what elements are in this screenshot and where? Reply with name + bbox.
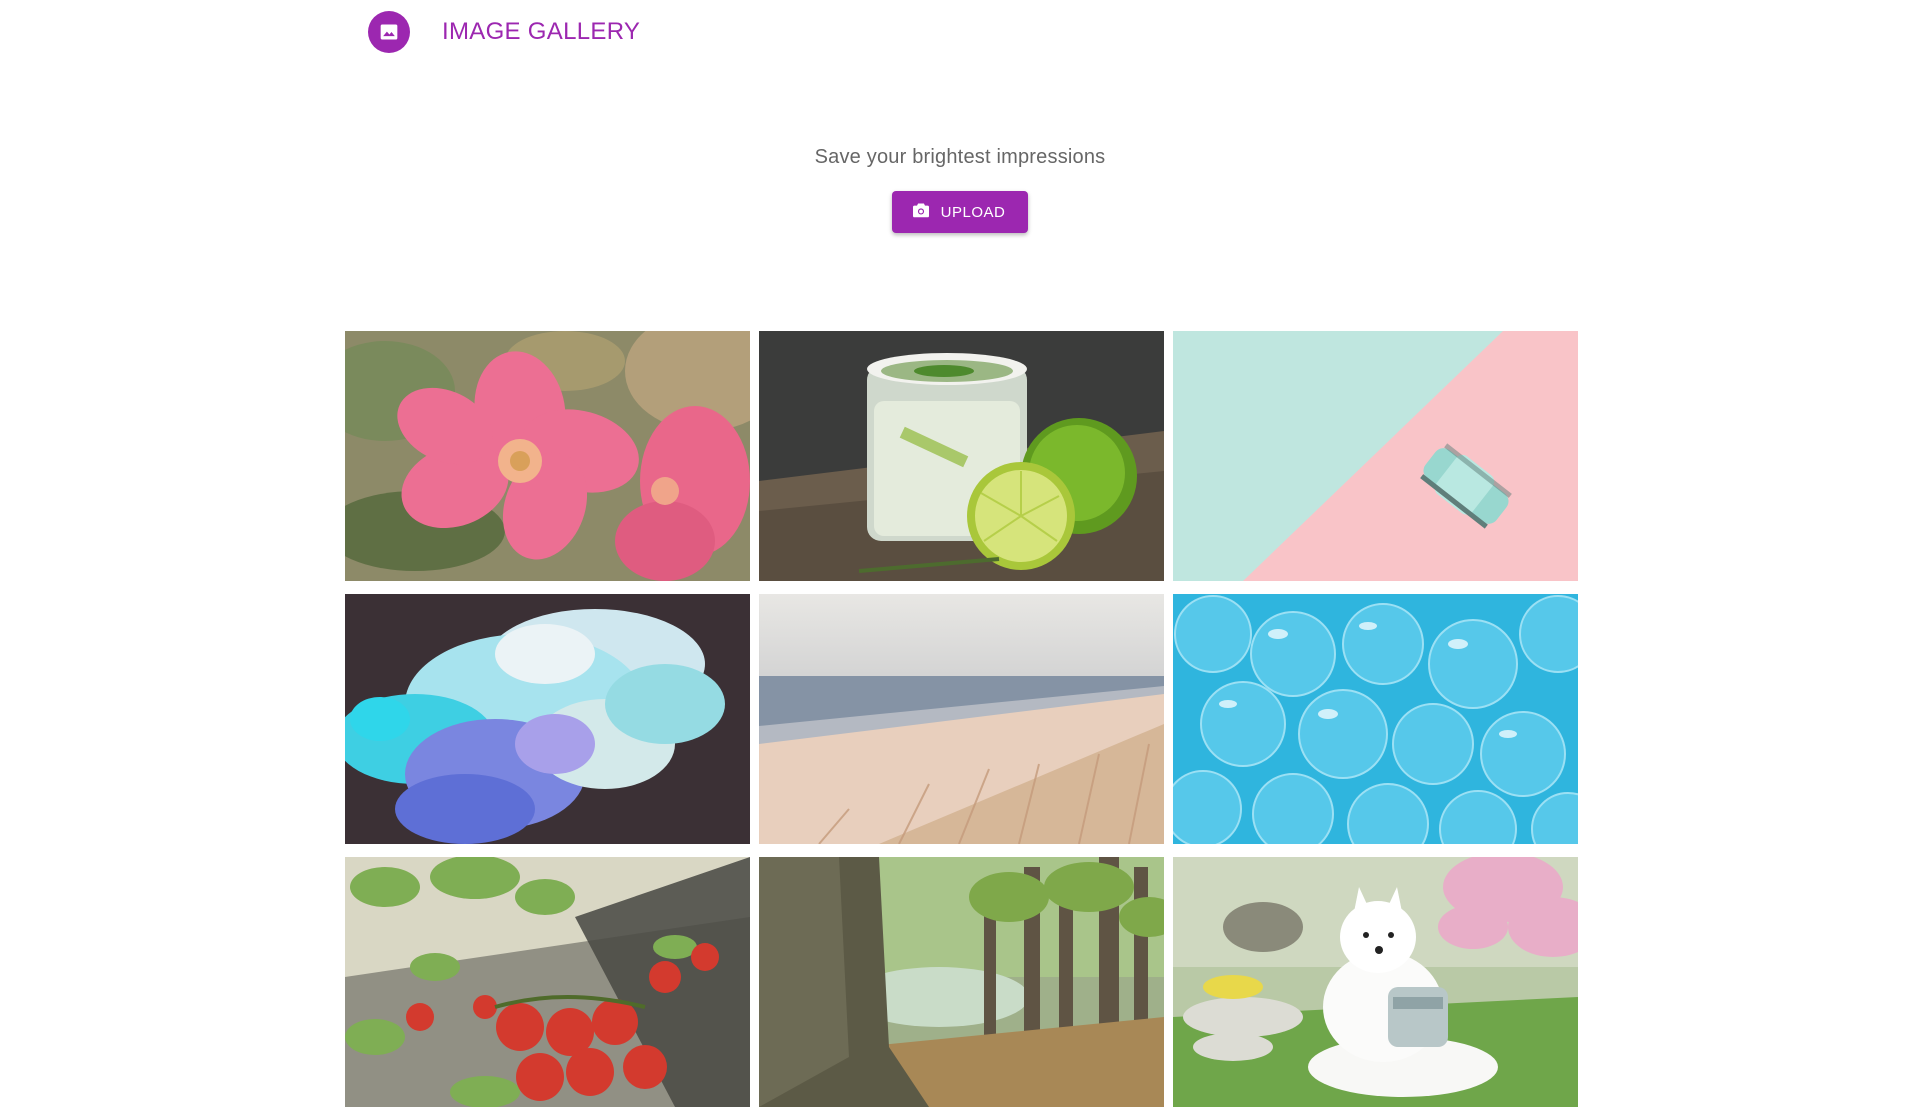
gallery-image-flower[interactable] <box>345 331 750 581</box>
gallery-image-beach[interactable] <box>759 594 1164 844</box>
gallery-image-tomatoes[interactable] <box>345 857 750 1107</box>
image-icon[interactable] <box>368 11 410 53</box>
gallery-image-ink-cloud[interactable] <box>345 594 750 844</box>
gallery-image-toy-car[interactable] <box>1173 331 1578 581</box>
app-header: IMAGE GALLERY <box>368 10 640 54</box>
upload-button[interactable]: UPLOAD <box>891 191 1029 233</box>
gallery-image-dog[interactable] <box>1173 857 1578 1107</box>
hero-section: Save your brightest impressions UPLOAD <box>0 146 1920 233</box>
tagline: Save your brightest impressions <box>814 146 1106 168</box>
gallery-image-forest[interactable] <box>759 857 1164 1107</box>
gallery-image-bubbles[interactable] <box>1173 594 1578 844</box>
upload-button-label: UPLOAD <box>940 203 1006 221</box>
image-grid <box>345 331 1579 1107</box>
camera-icon <box>912 202 930 222</box>
gallery-image-cocktail[interactable] <box>759 331 1164 581</box>
app-title: IMAGE GALLERY <box>442 18 641 45</box>
